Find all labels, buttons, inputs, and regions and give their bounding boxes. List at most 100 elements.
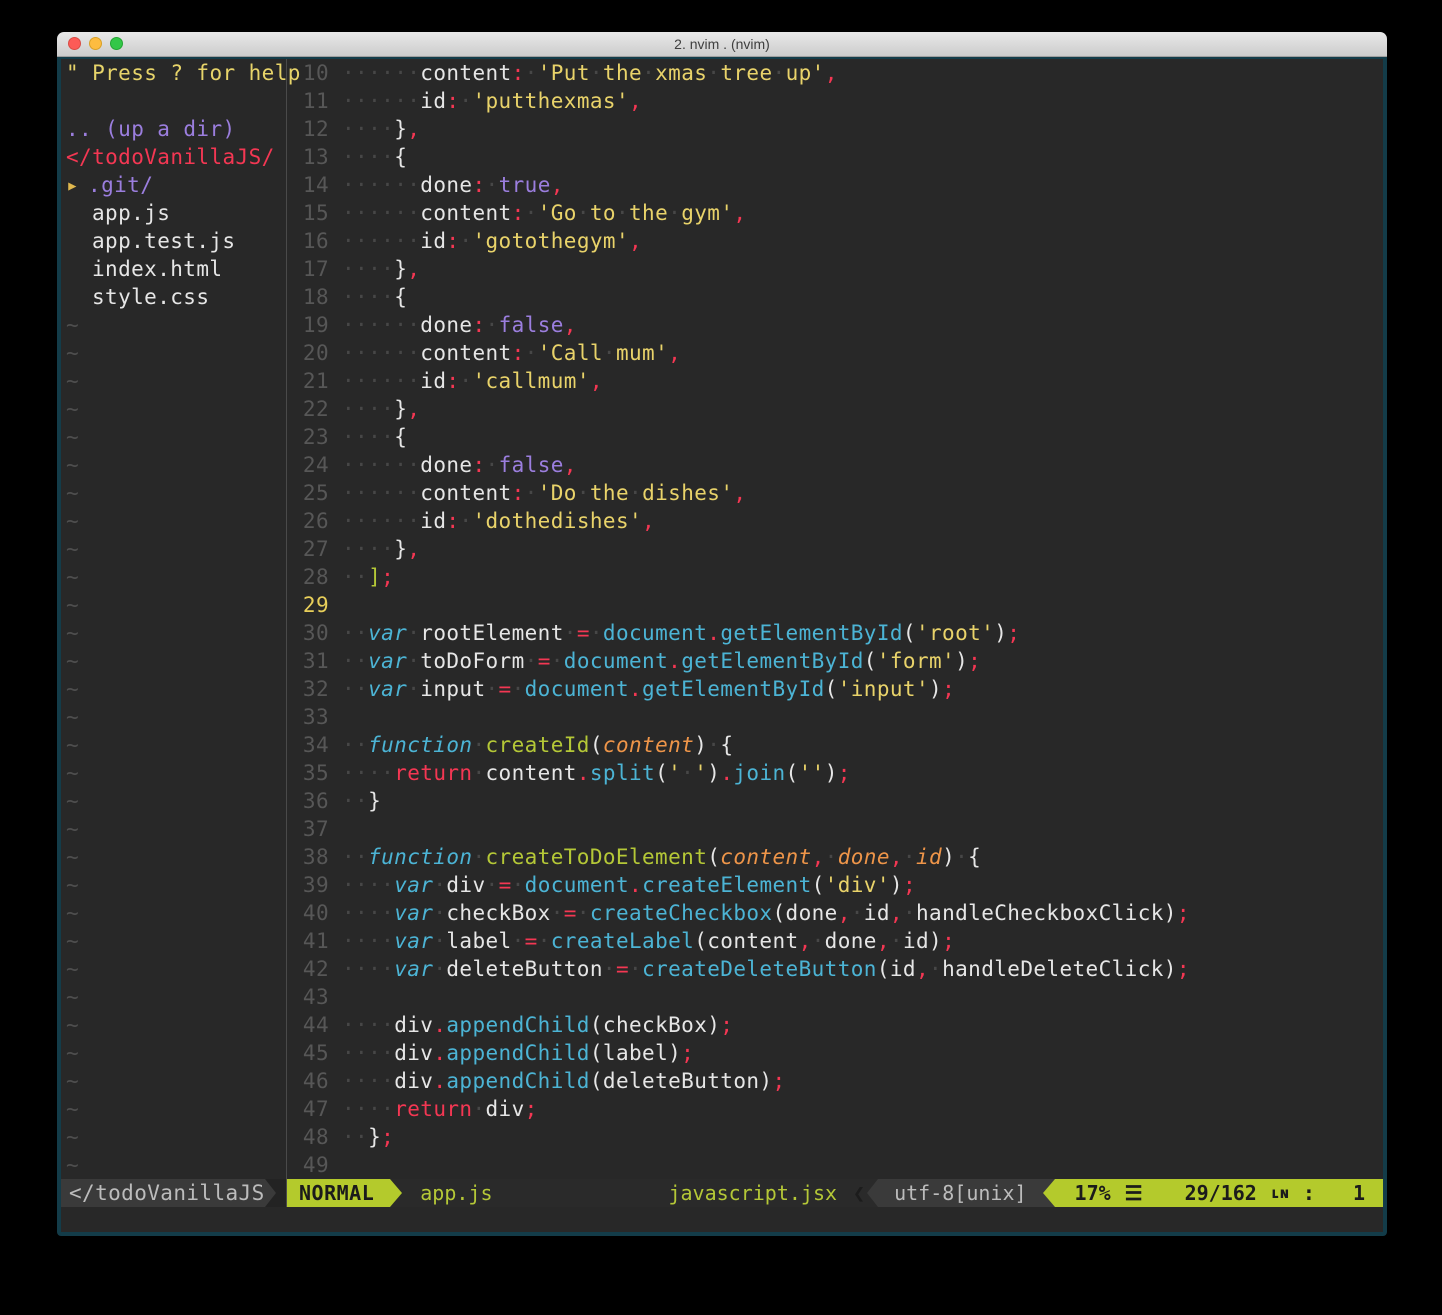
scroll-percent: 17% (1075, 1181, 1111, 1205)
line-number: 41 (287, 927, 329, 955)
code-line[interactable]: 20······content:·'Call·mum', (287, 339, 1383, 367)
editor-pane[interactable]: 10 ······content:·'Put·the·xmas·tree·up',… (287, 59, 1383, 1179)
code-line[interactable]: 30··var·rootElement·=·document.getElemen… (287, 619, 1383, 647)
minimize-button[interactable] (89, 37, 102, 50)
command-line[interactable] (61, 1207, 1383, 1232)
code-text: ······done:·false, (342, 451, 1383, 479)
code-line[interactable]: 28··]; (287, 563, 1383, 591)
code-line[interactable]: 47····return·div; (287, 1095, 1383, 1123)
line-number: 13 (287, 143, 329, 171)
empty-line-tilde: ~ (61, 983, 286, 1011)
code-line[interactable]: 38··function·createToDoElement(content,·… (287, 843, 1383, 871)
code-line[interactable]: 37 (287, 815, 1383, 843)
code-line[interactable]: 23····{ (287, 423, 1383, 451)
code-line[interactable]: 44····div.appendChild(checkBox); (287, 1011, 1383, 1039)
code-line[interactable]: 22 ····}, (287, 395, 1383, 423)
code-line[interactable]: 45····div.appendChild(label); (287, 1039, 1383, 1067)
code-line[interactable]: 31··var·toDoForm·=·document.getElementBy… (287, 647, 1383, 675)
line-number: 21 (287, 367, 329, 395)
zoom-button[interactable] (110, 37, 123, 50)
code-text: ····div.appendChild(deleteButton); (342, 1067, 1383, 1095)
traffic-lights (68, 37, 123, 50)
tree-root[interactable]: </todoVanillaJS/ (61, 143, 286, 171)
code-text: ····{ (342, 143, 1383, 171)
column-number: 1 (1353, 1181, 1365, 1205)
tree-file-style-css[interactable]: style.css (61, 283, 286, 311)
line-number: 27 (287, 535, 329, 563)
code-line[interactable]: 27····}, (287, 535, 1383, 563)
code-line[interactable]: 42····var·deleteButton·=·createDeleteBut… (287, 955, 1383, 983)
code-text: ······content:·'Go·to·the·gym', (342, 199, 1383, 227)
code-line[interactable]: 21······id:·'callmum', (287, 367, 1383, 395)
code-line[interactable]: 14······done:·true, (287, 171, 1383, 199)
code-line[interactable]: 10 ······content:·'Put·the·xmas·tree·up', (287, 59, 1383, 87)
empty-line-tilde: ~ (61, 1011, 286, 1039)
code-line[interactable]: 18····{ (287, 283, 1383, 311)
mode-indicator: NORMAL (287, 1179, 390, 1207)
powerline-arrow-icon (390, 1179, 402, 1207)
terminal-window: 2. nvim . (nvim) " Press ? for help.. (u… (57, 32, 1387, 1236)
code-text: ····}, (342, 395, 1383, 423)
statusline: </todoVanillaJS NORMAL app.js javascript… (61, 1179, 1383, 1207)
line-number: 28 (287, 563, 329, 591)
code-text: ····var·label·=·createLabel(content,·don… (342, 927, 1383, 955)
line-number: 44 (287, 1011, 329, 1039)
line-number: 36 (287, 787, 329, 815)
empty-line-tilde: ~ (61, 703, 286, 731)
code-line[interactable]: 39····var·div·=·document.createElement('… (287, 871, 1383, 899)
empty-line-tilde: ~ (61, 1095, 286, 1123)
line-position: 29/162 (1185, 1181, 1257, 1205)
tree-file-app-js[interactable]: app.js (61, 199, 286, 227)
code-text: ····{ (342, 423, 1383, 451)
code-line[interactable]: 29 (287, 591, 1383, 619)
code-line[interactable]: 36 ··} (287, 787, 1383, 815)
line-number: 47 (287, 1095, 329, 1123)
tree-file-index-html[interactable]: index.html (61, 255, 286, 283)
code-text: ······id:·'gotothegym', (342, 227, 1383, 255)
title-bar[interactable]: 2. nvim . (nvim) (57, 32, 1387, 57)
code-line[interactable]: 11······id:·'putthexmas', (287, 87, 1383, 115)
code-line[interactable]: 25······content:·'Do·the·dishes', (287, 479, 1383, 507)
line-number: 22 (287, 395, 329, 423)
desktop: { "window_title": "2. nvim . (nvim)", "c… (0, 0, 1442, 1315)
line-number: 42 (287, 955, 329, 983)
code-line[interactable]: 16······id:·'gotothegym', (287, 227, 1383, 255)
line-number: 45 (287, 1039, 329, 1067)
code-text: ··var·input·=·document.getElementById('i… (342, 675, 1383, 703)
code-text: ··}; (342, 1123, 1383, 1151)
line-number: 18 (287, 283, 329, 311)
code-line[interactable]: 13 ····{ (287, 143, 1383, 171)
tree-up-dir[interactable]: .. (up a dir) (61, 115, 286, 143)
lines-icon: ☰ (1125, 1181, 1143, 1205)
empty-line-tilde: ~ (61, 619, 286, 647)
line-number: 26 (287, 507, 329, 535)
code-line[interactable]: 32··var·input·=·document.getElementById(… (287, 675, 1383, 703)
code-text: ··} (342, 787, 1383, 815)
nerdtree-pane[interactable]: " Press ? for help.. (up a dir)</todoVan… (61, 59, 287, 1179)
code-line[interactable]: 35····return·content.split('·').join('')… (287, 759, 1383, 787)
code-line[interactable]: 26······id:·'dothedishes', (287, 507, 1383, 535)
code-line[interactable]: 24······done:·false, (287, 451, 1383, 479)
code-line[interactable]: 46····div.appendChild(deleteButton); (287, 1067, 1383, 1095)
code-line[interactable]: 43 (287, 983, 1383, 1011)
line-number: 10 (287, 59, 329, 87)
code-line[interactable]: 48 ··}; (287, 1123, 1383, 1151)
code-line[interactable]: 40····var·checkBox·=·createCheckbox(done… (287, 899, 1383, 927)
code-line[interactable]: 41 ····var·label·=·createLabel(content,·d… (287, 927, 1383, 955)
code-line[interactable]: 34··function·createId(content)·{ (287, 731, 1383, 759)
code-line[interactable]: 33 (287, 703, 1383, 731)
code-line[interactable]: 49 (287, 1151, 1383, 1179)
line-number: 20 (287, 339, 329, 367)
code-line[interactable]: 12····}, (287, 115, 1383, 143)
code-text: ······content:·'Put·the·xmas·tree·up', (342, 59, 1383, 87)
disclosure-arrow-icon[interactable]: ▸ (66, 173, 79, 197)
code-line[interactable]: 19······done:·false, (287, 311, 1383, 339)
tree-dir-git[interactable]: ▸.git/ (61, 171, 286, 199)
line-number: 15 (287, 199, 329, 227)
line-number: 48 (287, 1123, 329, 1151)
empty-line-tilde: ~ (61, 395, 286, 423)
tree-file-app-test-js[interactable]: app.test.js (61, 227, 286, 255)
code-line[interactable]: 17····}, (287, 255, 1383, 283)
close-button[interactable] (68, 37, 81, 50)
code-line[interactable]: 15 ······content:·'Go·to·the·gym', (287, 199, 1383, 227)
